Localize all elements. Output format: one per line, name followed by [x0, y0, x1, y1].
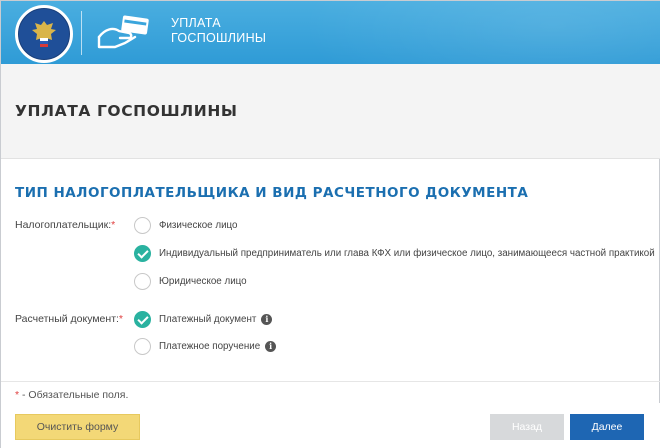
- required-fields-note: * - Обязательные поля.: [15, 389, 128, 401]
- radio-label: Платежное поручение: [159, 340, 261, 352]
- taxpayer-label: Налогоплательщик:*: [15, 219, 115, 231]
- taxpayer-label-text: Налогоплательщик:: [15, 219, 112, 231]
- service-title-line2: ГОСПОШЛИНЫ: [171, 31, 267, 45]
- radio-option-payment-order[interactable]: Платежное поручение i: [134, 337, 277, 355]
- radio-button[interactable]: [134, 216, 151, 234]
- clear-form-button[interactable]: Очистить форму: [15, 414, 140, 440]
- page-title: УПЛАТА ГОСПОШЛИНЫ: [15, 102, 238, 120]
- header-separator: [81, 11, 82, 55]
- radio-button-checked[interactable]: [134, 244, 151, 262]
- radio-option-payment-document[interactable]: Платежный документ i: [134, 310, 273, 328]
- header-decoration: [301, 1, 660, 64]
- back-button[interactable]: Назад: [490, 414, 564, 440]
- radio-label: Юридическое лицо: [159, 275, 247, 287]
- required-fields-text: - Обязательные поля.: [19, 389, 129, 401]
- required-mark: *: [118, 313, 124, 325]
- radio-label: Физическое лицо: [159, 219, 238, 231]
- radio-option-entrepreneur[interactable]: Индивидуальный предприниматель или глава…: [134, 244, 655, 262]
- top-header: УПЛАТА ГОСПОШЛИНЫ: [1, 1, 660, 64]
- footer-divider: [1, 381, 660, 382]
- eagle-icon: [32, 21, 56, 47]
- radio-label: Индивидуальный предприниматель или глава…: [159, 247, 655, 259]
- radio-button[interactable]: [134, 337, 151, 355]
- radio-button-checked[interactable]: [134, 310, 151, 328]
- service-title-line1: УПЛАТА: [171, 16, 221, 30]
- radio-label: Платежный документ: [159, 313, 257, 325]
- page-title-band: УПЛАТА ГОСПОШЛИНЫ: [1, 64, 660, 159]
- required-mark: *: [111, 219, 116, 231]
- section-title: ТИП НАЛОГОПЛАТЕЛЬЩИКА И ВИД РАСЧЕТНОГО Д…: [15, 185, 529, 201]
- hand-card-payment-icon: [97, 15, 149, 49]
- next-button[interactable]: Далее: [570, 414, 644, 440]
- document-label-text: Расчетный документ:: [15, 313, 119, 325]
- service-title: УПЛАТА ГОСПОШЛИНЫ: [171, 16, 311, 46]
- radio-option-legal-entity[interactable]: Юридическое лицо: [134, 272, 247, 290]
- info-icon[interactable]: i: [261, 313, 273, 325]
- document-label: Расчетный документ:*: [15, 313, 123, 325]
- radio-button[interactable]: [134, 272, 151, 290]
- info-icon[interactable]: i: [265, 340, 277, 352]
- fns-emblem-icon[interactable]: [15, 5, 73, 63]
- radio-option-individual[interactable]: Физическое лицо: [134, 216, 238, 234]
